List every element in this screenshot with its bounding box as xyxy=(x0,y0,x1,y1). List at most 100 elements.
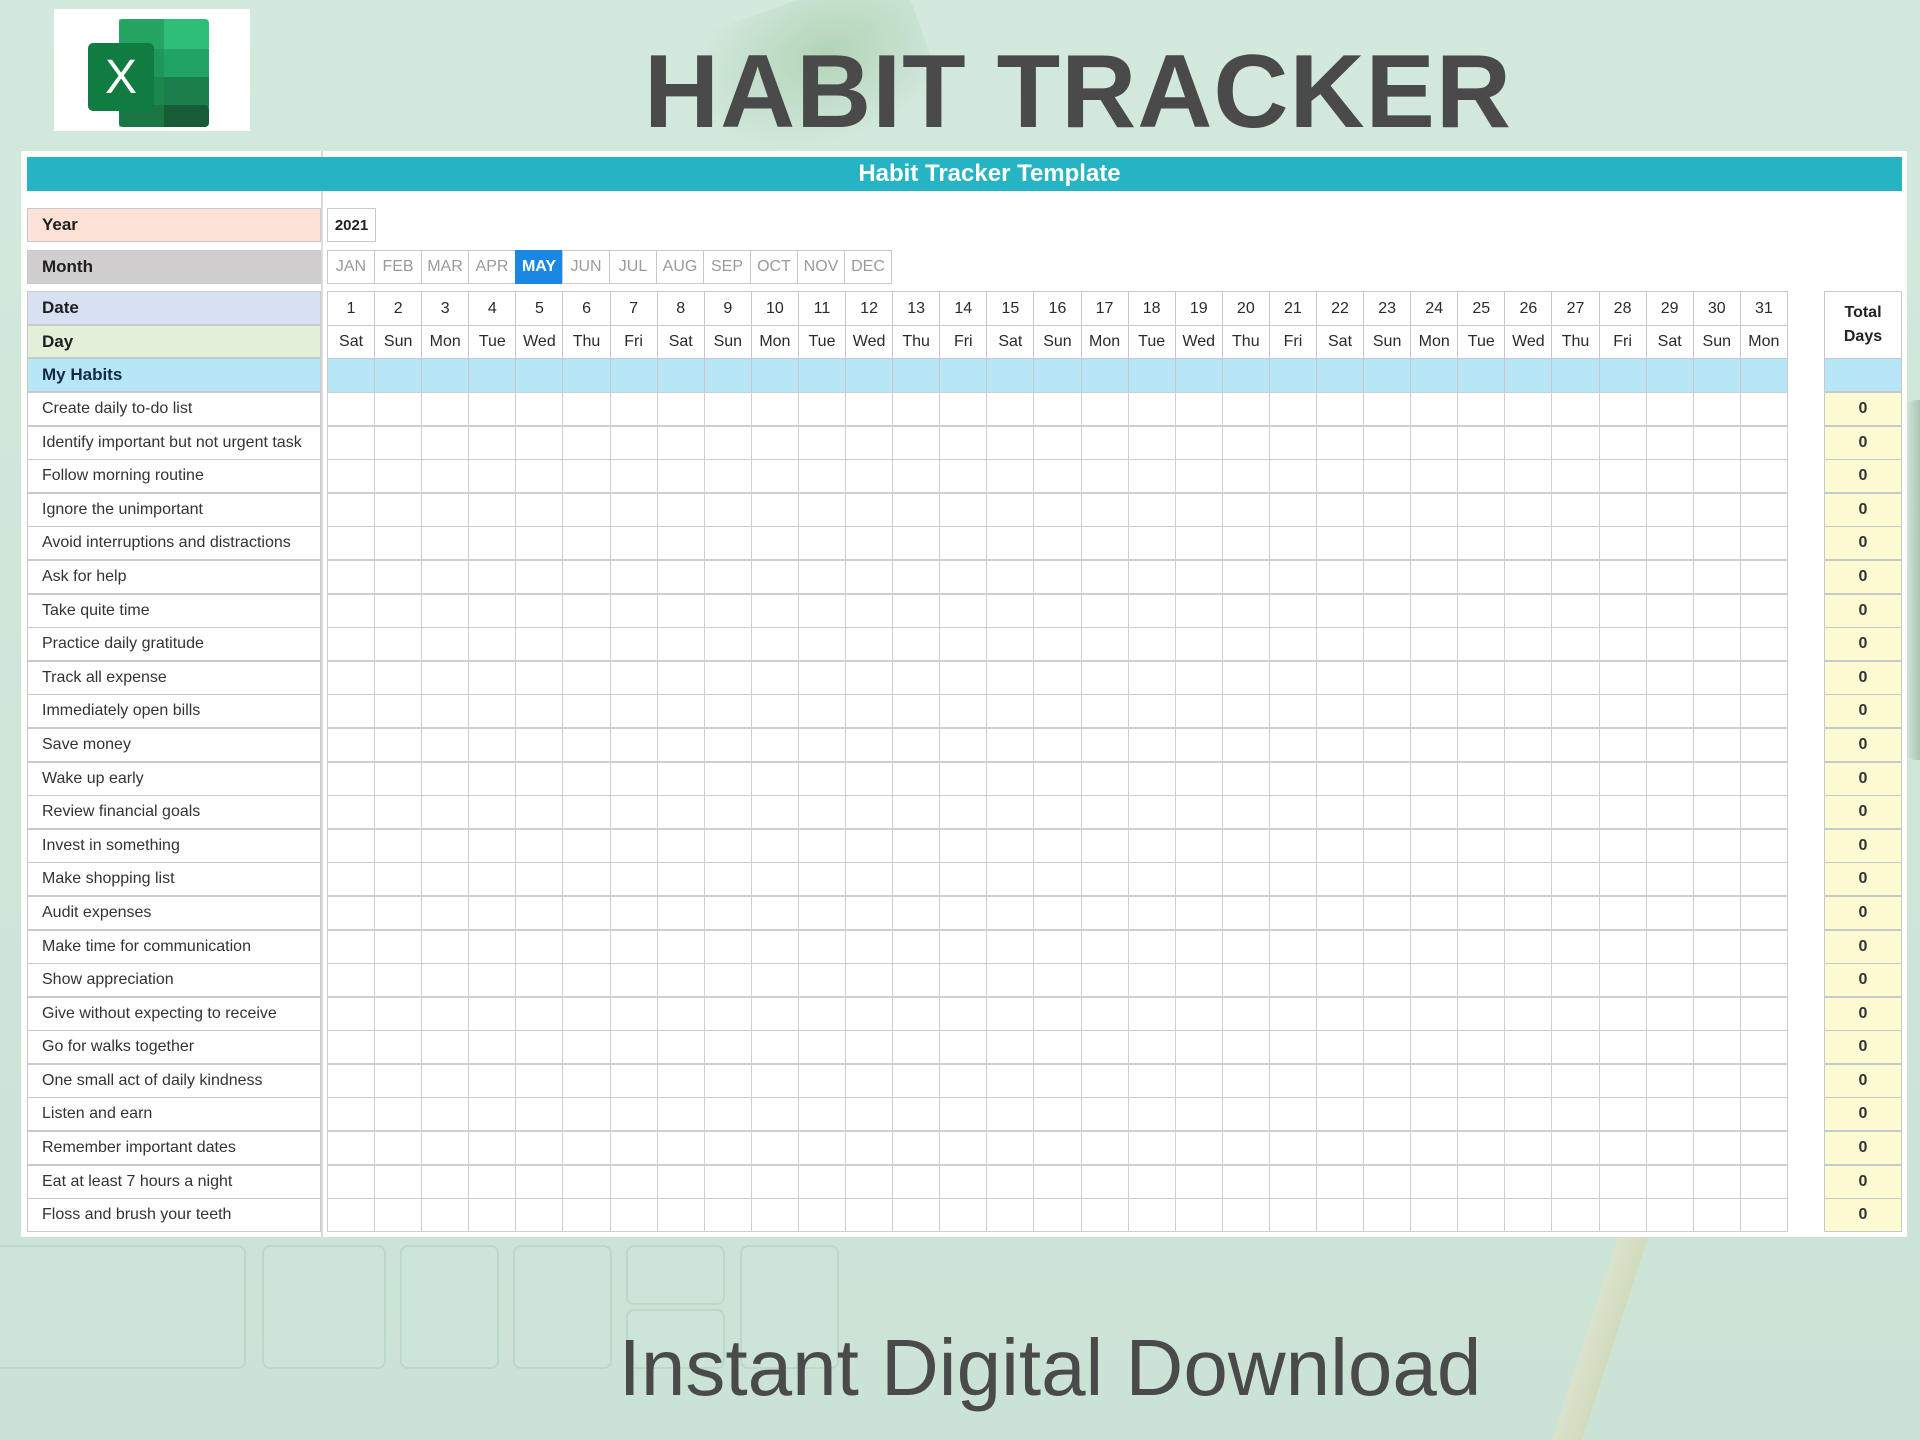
habit-check-cell[interactable] xyxy=(327,492,376,527)
habit-check-cell[interactable] xyxy=(750,526,799,561)
habit-check-cell[interactable] xyxy=(562,996,611,1031)
month-option-mar[interactable]: MAR xyxy=(421,250,469,284)
habit-check-cell[interactable] xyxy=(327,1097,376,1132)
habit-check-cell[interactable] xyxy=(939,1131,988,1166)
habit-check-cell[interactable] xyxy=(1268,660,1317,695)
habit-check-cell[interactable] xyxy=(656,727,705,762)
habit-check-cell[interactable] xyxy=(845,660,894,695)
habit-check-cell[interactable] xyxy=(1410,1063,1459,1098)
habit-check-cell[interactable] xyxy=(1174,963,1223,998)
habit-name-cell[interactable]: Follow morning routine xyxy=(27,459,321,494)
habit-check-cell[interactable] xyxy=(656,761,705,796)
habit-check-cell[interactable] xyxy=(939,459,988,494)
habit-check-cell[interactable] xyxy=(1598,996,1647,1031)
habit-check-cell[interactable] xyxy=(1598,459,1647,494)
habit-check-cell[interactable] xyxy=(374,593,423,628)
habit-name-cell[interactable]: Listen and earn xyxy=(27,1097,321,1132)
habit-check-cell[interactable] xyxy=(609,761,658,796)
habit-check-cell[interactable] xyxy=(1315,627,1365,662)
habit-check-cell[interactable] xyxy=(1410,425,1459,460)
habit-check-cell[interactable] xyxy=(1315,895,1365,930)
habit-check-cell[interactable] xyxy=(562,694,611,729)
habit-check-cell[interactable] xyxy=(1645,1097,1694,1132)
habit-check-cell[interactable] xyxy=(468,492,517,527)
habit-check-cell[interactable] xyxy=(797,1030,847,1065)
habit-name-cell[interactable]: Immediately open bills xyxy=(27,694,321,729)
habit-check-cell[interactable] xyxy=(1080,392,1129,426)
habit-check-cell[interactable] xyxy=(515,1164,564,1199)
habit-check-cell[interactable] xyxy=(515,1131,564,1166)
habit-check-cell[interactable] xyxy=(609,795,658,830)
habit-check-cell[interactable] xyxy=(1127,425,1176,460)
habit-check-cell[interactable] xyxy=(845,1164,894,1199)
habit-check-cell[interactable] xyxy=(1739,492,1788,527)
habit-check-cell[interactable] xyxy=(1598,1164,1647,1199)
habit-check-cell[interactable] xyxy=(609,559,658,594)
habit-check-cell[interactable] xyxy=(750,929,799,964)
habit-check-cell[interactable] xyxy=(1033,1097,1082,1132)
habit-check-cell[interactable] xyxy=(1221,795,1270,830)
habit-check-cell[interactable] xyxy=(1315,660,1365,695)
habit-check-cell[interactable] xyxy=(515,459,564,494)
habit-check-cell[interactable] xyxy=(374,694,423,729)
habit-check-cell[interactable] xyxy=(986,761,1035,796)
habit-check-cell[interactable] xyxy=(1174,929,1223,964)
month-option-sep[interactable]: SEP xyxy=(703,250,751,284)
habit-check-cell[interactable] xyxy=(1504,425,1553,460)
habit-check-cell[interactable] xyxy=(1268,929,1317,964)
habit-check-cell[interactable] xyxy=(1268,1164,1317,1199)
habit-check-cell[interactable] xyxy=(374,996,423,1031)
habit-check-cell[interactable] xyxy=(1692,1164,1741,1199)
habit-check-cell[interactable] xyxy=(1315,459,1365,494)
habit-check-cell[interactable] xyxy=(374,1063,423,1098)
habit-check-cell[interactable] xyxy=(1315,526,1365,561)
habit-check-cell[interactable] xyxy=(609,459,658,494)
habit-check-cell[interactable] xyxy=(656,1063,705,1098)
habit-check-cell[interactable] xyxy=(797,862,847,897)
habit-check-cell[interactable] xyxy=(515,828,564,863)
habit-check-cell[interactable] xyxy=(421,761,470,796)
habit-check-cell[interactable] xyxy=(750,828,799,863)
habit-check-cell[interactable] xyxy=(1504,1198,1553,1233)
habit-check-cell[interactable] xyxy=(1080,1063,1129,1098)
habit-check-cell[interactable] xyxy=(1457,1198,1506,1233)
habit-check-cell[interactable] xyxy=(845,526,894,561)
habit-check-cell[interactable] xyxy=(1410,1030,1459,1065)
habit-check-cell[interactable] xyxy=(327,895,376,930)
habit-check-cell[interactable] xyxy=(1551,1164,1600,1199)
habit-check-cell[interactable] xyxy=(986,795,1035,830)
habit-check-cell[interactable] xyxy=(750,1198,799,1233)
year-input[interactable]: 2021 xyxy=(327,208,376,242)
habit-check-cell[interactable] xyxy=(986,929,1035,964)
habit-name-cell[interactable]: Avoid interruptions and distractions xyxy=(27,526,321,561)
habit-check-cell[interactable] xyxy=(515,761,564,796)
habit-check-cell[interactable] xyxy=(1315,1097,1365,1132)
habit-check-cell[interactable] xyxy=(421,559,470,594)
habit-check-cell[interactable] xyxy=(562,761,611,796)
habit-check-cell[interactable] xyxy=(1033,761,1082,796)
habit-name-cell[interactable]: Create daily to-do list xyxy=(27,392,321,426)
habit-check-cell[interactable] xyxy=(1127,1198,1176,1233)
habit-check-cell[interactable] xyxy=(374,1131,423,1166)
habit-check-cell[interactable] xyxy=(327,929,376,964)
habit-check-cell[interactable] xyxy=(750,559,799,594)
habit-check-cell[interactable] xyxy=(1645,795,1694,830)
habit-check-cell[interactable] xyxy=(327,425,376,460)
habit-check-cell[interactable] xyxy=(1080,1198,1129,1233)
habit-check-cell[interactable] xyxy=(797,727,847,762)
habit-check-cell[interactable] xyxy=(892,895,941,930)
habit-check-cell[interactable] xyxy=(1598,425,1647,460)
habit-check-cell[interactable] xyxy=(1457,526,1506,561)
habit-check-cell[interactable] xyxy=(1080,1131,1129,1166)
habit-check-cell[interactable] xyxy=(1551,660,1600,695)
habit-check-cell[interactable] xyxy=(1504,627,1553,662)
habit-check-cell[interactable] xyxy=(1363,795,1412,830)
habit-check-cell[interactable] xyxy=(797,459,847,494)
habit-check-cell[interactable] xyxy=(892,392,941,426)
habit-check-cell[interactable] xyxy=(327,963,376,998)
habit-check-cell[interactable] xyxy=(1363,862,1412,897)
habit-check-cell[interactable] xyxy=(374,627,423,662)
habit-check-cell[interactable] xyxy=(1221,660,1270,695)
habit-check-cell[interactable] xyxy=(1268,459,1317,494)
habit-check-cell[interactable] xyxy=(939,627,988,662)
